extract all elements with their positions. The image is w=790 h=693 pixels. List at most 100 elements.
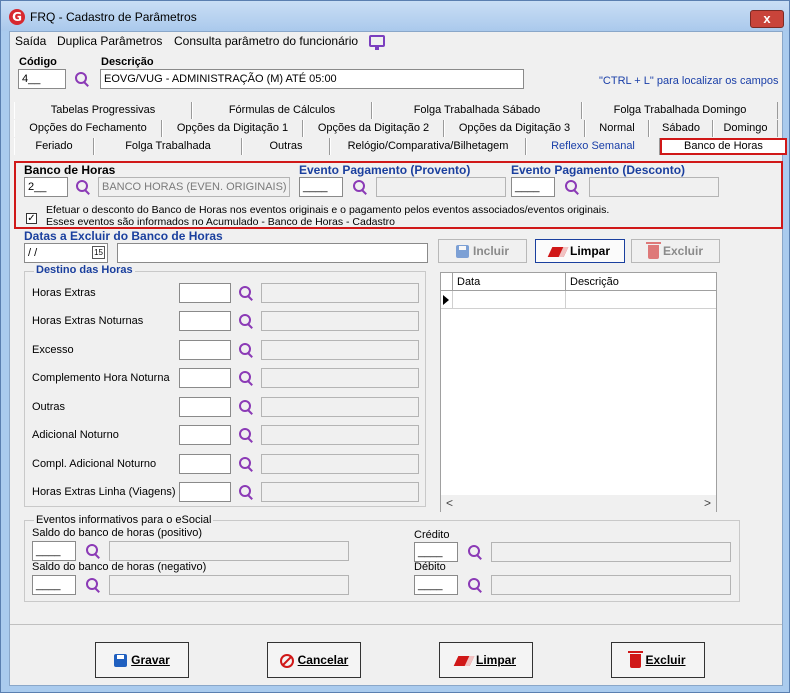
tab-formulas-calculos[interactable]: Fórmulas de Cálculos: [192, 102, 372, 119]
excluir-toolbar-button[interactable]: Excluir: [631, 239, 720, 263]
destino-row-desc: [261, 340, 419, 360]
excluir-button[interactable]: Excluir: [611, 642, 705, 678]
grid-cell-data[interactable]: [453, 291, 566, 309]
tab-outras[interactable]: Outras: [242, 138, 330, 155]
incluir-button[interactable]: Incluir: [438, 239, 527, 263]
tab-domingo[interactable]: Domingo: [713, 120, 778, 137]
debito-label: Débito: [414, 561, 446, 573]
banco-horas-code-input[interactable]: 2__: [24, 177, 68, 197]
destino-row-input[interactable]: [179, 368, 231, 388]
credito-input[interactable]: ____: [414, 542, 458, 562]
monitor-icon[interactable]: [369, 35, 385, 50]
search-credito-icon[interactable]: [468, 545, 482, 559]
tab-folga-trabalhada[interactable]: Folga Trabalhada: [94, 138, 242, 155]
destino-row-input[interactable]: [179, 425, 231, 445]
search-codigo-icon[interactable]: [75, 72, 89, 86]
date-description-input[interactable]: [117, 243, 428, 263]
destino-row-label: Complemento Hora Noturna: [32, 372, 170, 384]
scroll-right-icon[interactable]: >: [704, 496, 711, 510]
search-desconto-icon[interactable]: [565, 180, 579, 194]
tab-folga-trabalhada-sabado[interactable]: Folga Trabalhada Sábado: [372, 102, 582, 119]
search-provento-icon[interactable]: [353, 180, 367, 194]
tab-opcoes-digitacao-1[interactable]: Opções da Digitação 1: [162, 120, 303, 137]
limpar-toolbar-button[interactable]: Limpar: [535, 239, 625, 263]
destino-row-input[interactable]: [179, 340, 231, 360]
grid-col-descricao[interactable]: Descrição: [566, 273, 716, 291]
provento-label: Evento Pagamento (Provento): [299, 163, 471, 177]
tab-opcoes-fechamento[interactable]: Opções do Fechamento: [14, 120, 162, 137]
debito-desc: [491, 575, 731, 595]
tab-reflexo-semanal[interactable]: Reflexo Semanal: [526, 138, 660, 155]
incluir-label: Incluir: [472, 244, 509, 258]
date-input[interactable]: / / 15: [24, 243, 108, 263]
grid-cell-descricao[interactable]: [566, 291, 716, 309]
menu-duplica-parametros[interactable]: Duplica Parâmetros: [57, 34, 162, 48]
tab-opcoes-digitacao-2[interactable]: Opções da Digitação 2: [303, 120, 444, 137]
grid-horizontal-scrollbar[interactable]: < >: [441, 495, 716, 512]
saldo-negativo-input[interactable]: ____: [32, 575, 76, 595]
tab-relogio-comparativa[interactable]: Relógio/Comparativa/Bilhetagem: [330, 138, 526, 155]
menu-bar: Saída Duplica Parâmetros Consulta parâme…: [10, 32, 782, 52]
tab-normal[interactable]: Normal: [585, 120, 649, 137]
debito-input[interactable]: ____: [414, 575, 458, 595]
tab-folga-trabalhada-domingo[interactable]: Folga Trabalhada Domingo: [582, 102, 778, 119]
search-icon[interactable]: [239, 400, 253, 414]
grid-row[interactable]: [441, 291, 716, 309]
destino-row-desc: [261, 397, 419, 417]
grid-row-indicator: [441, 291, 453, 309]
tab-tabelas-progressivas[interactable]: Tabelas Progressivas: [14, 102, 192, 119]
tab-banco-de-horas[interactable]: Banco de Horas: [660, 138, 787, 155]
descricao-input[interactable]: EOVG/VUG - ADMINISTRAÇÃO (M) ATÉ 05:00: [100, 69, 524, 89]
search-banco-horas-icon[interactable]: [76, 180, 90, 194]
credito-desc: [491, 542, 731, 562]
gravar-button[interactable]: Gravar: [95, 642, 189, 678]
desconto-checkbox[interactable]: ✓: [26, 213, 37, 224]
row-pointer-icon: [443, 295, 449, 305]
search-debito-icon[interactable]: [468, 578, 482, 592]
search-icon[interactable]: [239, 286, 253, 300]
search-icon[interactable]: [239, 371, 253, 385]
tab-feriado[interactable]: Feriado: [14, 138, 94, 155]
destino-row-input[interactable]: [179, 311, 231, 331]
search-saldo-negativo-icon[interactable]: [86, 578, 100, 592]
trash-icon: [628, 650, 644, 668]
search-icon[interactable]: [239, 428, 253, 442]
tab-row-3: Feriado Folga Trabalhada Outras Relógio/…: [14, 138, 787, 155]
destino-row-label: Horas Extras Linha (Viagens): [32, 486, 176, 498]
gravar-label: Gravar: [131, 653, 170, 667]
search-saldo-positivo-icon[interactable]: [86, 544, 100, 558]
search-icon[interactable]: [239, 314, 253, 328]
menu-saida[interactable]: Saída: [15, 34, 46, 48]
destino-row-desc: [261, 482, 419, 502]
tab-row-1: Tabelas Progressivas Fórmulas de Cálculo…: [14, 102, 778, 119]
calendar-icon[interactable]: 15: [92, 246, 105, 259]
search-icon[interactable]: [239, 485, 253, 499]
desconto-label: Evento Pagamento (Desconto): [511, 163, 686, 177]
provento-code-input[interactable]: ____: [299, 177, 343, 197]
close-button[interactable]: x: [750, 10, 784, 28]
scroll-left-icon[interactable]: <: [446, 496, 453, 510]
saldo-negativo-desc: [109, 575, 349, 595]
destino-row-input[interactable]: [179, 454, 231, 474]
codigo-input[interactable]: 4__: [18, 69, 66, 89]
datas-label: Datas a Excluir do Banco de Horas: [24, 229, 223, 243]
destino-row-input[interactable]: [179, 482, 231, 502]
limpar-button[interactable]: Limpar: [439, 642, 533, 678]
tab-sabado[interactable]: Sábado: [649, 120, 713, 137]
app-logo-icon: G: [9, 9, 25, 25]
saldo-negativo-label: Saldo do banco de horas (negativo): [32, 561, 207, 573]
menu-consulta-parametro[interactable]: Consulta parâmetro do funcionário: [174, 34, 358, 48]
destino-row-input[interactable]: [179, 397, 231, 417]
desconto-code-input[interactable]: ____: [511, 177, 555, 197]
cancel-icon: [279, 653, 294, 668]
datas-grid[interactable]: Data Descrição < >: [440, 272, 717, 512]
excluir-label: Excluir: [645, 653, 686, 667]
cancelar-button[interactable]: Cancelar: [267, 642, 361, 678]
grid-col-data[interactable]: Data: [453, 273, 566, 291]
saldo-positivo-input[interactable]: ____: [32, 541, 76, 561]
search-icon[interactable]: [239, 457, 253, 471]
search-icon[interactable]: [239, 343, 253, 357]
destino-row-input[interactable]: [179, 283, 231, 303]
destino-row-desc: [261, 283, 419, 303]
tab-opcoes-digitacao-3[interactable]: Opções da Digitação 3: [444, 120, 585, 137]
